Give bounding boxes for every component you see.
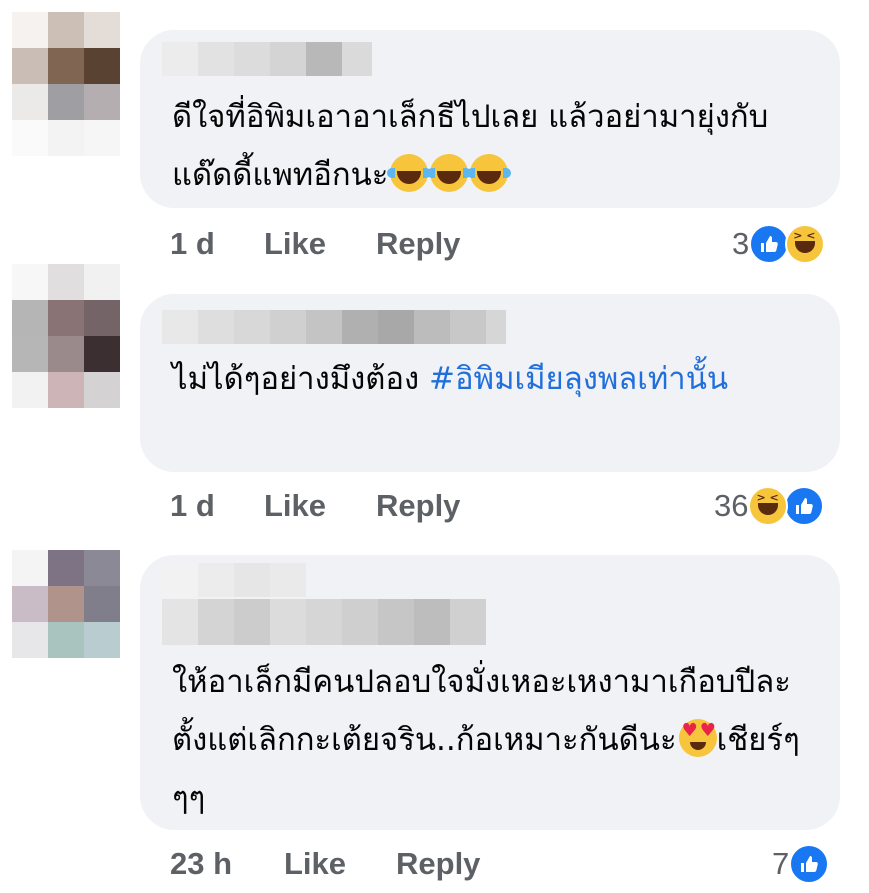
like-icon — [749, 224, 790, 264]
reaction-summary[interactable]: 7 — [772, 844, 830, 884]
reaction-count: 7 — [772, 846, 790, 881]
like-button[interactable]: Like — [264, 488, 326, 524]
reaction-count: 36 — [714, 488, 749, 523]
laugh-cry-emoji — [467, 154, 512, 192]
avatar[interactable] — [12, 264, 121, 408]
reply-button[interactable]: Reply — [396, 846, 480, 882]
haha-icon — [785, 224, 826, 264]
timestamp[interactable]: 1 d — [170, 226, 215, 262]
avatar[interactable] — [12, 550, 121, 658]
reply-button[interactable]: Reply — [376, 488, 460, 524]
haha-icon — [748, 486, 789, 526]
comment-text: ให้อาเล็กมีคนปลอบใจมั่งเหอะเหงามาเกือบปี… — [172, 653, 812, 827]
laugh-cry-emoji — [427, 154, 472, 192]
laugh-cry-emoji — [387, 154, 432, 192]
reaction-summary[interactable]: 3 — [732, 224, 826, 264]
author-name-blurred[interactable] — [162, 563, 306, 597]
like-icon — [789, 844, 830, 884]
like-button[interactable]: Like — [284, 846, 346, 882]
reaction-summary[interactable]: 36 — [714, 486, 825, 526]
reply-button[interactable]: Reply — [376, 226, 460, 262]
comment-bubble: ไม่ได้ๆอย่างมึงต้อง #อิพิมเมียลุงพลเท่าน… — [140, 294, 840, 472]
avatar[interactable] — [12, 12, 121, 156]
author-name-blurred[interactable] — [162, 599, 486, 645]
hashtag-link[interactable]: #อิพิมเมียลุงพลเท่านั้น — [429, 361, 728, 397]
heart-eyes-emoji — [678, 719, 718, 757]
author-name-blurred[interactable] — [162, 310, 506, 344]
like-icon — [784, 486, 825, 526]
comment-text: ดีใจที่อิพิมเอาอาเล็กธีไปเลย แล้วอย่ามาย… — [172, 99, 769, 193]
author-name-blurred[interactable] — [162, 42, 372, 76]
timestamp[interactable]: 1 d — [170, 488, 215, 524]
reaction-count: 3 — [732, 226, 750, 261]
timestamp[interactable]: 23 h — [170, 846, 232, 882]
comment-bubble: ดีใจที่อิพิมเอาอาเล็กธีไปเลย แล้วอย่ามาย… — [140, 30, 840, 208]
comment-bubble: ให้อาเล็กมีคนปลอบใจมั่งเหอะเหงามาเกือบปี… — [140, 555, 840, 830]
comment-text: ไม่ได้ๆอย่างมึงต้อง #อิพิมเมียลุงพลเท่าน… — [172, 361, 729, 397]
like-button[interactable]: Like — [264, 226, 326, 262]
